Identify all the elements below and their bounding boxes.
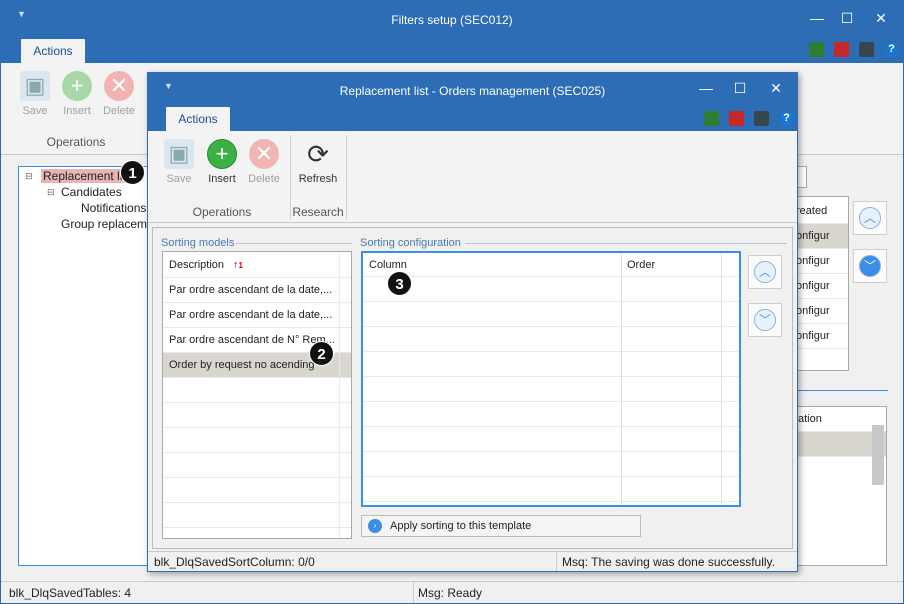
inner-tab-actions[interactable]: Actions (166, 107, 230, 131)
maximize-button[interactable]: ☐ (833, 7, 861, 29)
calendar-icon[interactable] (729, 111, 744, 126)
inner-close-button[interactable]: ✕ (762, 77, 790, 99)
outer-move-down-button[interactable]: ﹀ (853, 249, 887, 283)
outer-ribbon-tabs: Actions ? (1, 39, 903, 63)
inner-save-button[interactable]: ▣ Save (162, 139, 196, 185)
inner-title-bar: ▼ Replacement list - Orders management (… (148, 73, 797, 107)
delete-icon: ✕ (249, 139, 279, 169)
list-item[interactable]: onfigur (794, 224, 848, 249)
collapse-icon[interactable]: ⊟ (25, 171, 33, 182)
outer-status-right: Msg: Ready (418, 586, 483, 600)
table-row[interactable] (163, 478, 351, 503)
filters-tree: ⊟ Replacement lis ⊟ Candidates Notificat… (18, 166, 160, 566)
outer-status-left: blk_DlqSavedTables: 4 (9, 586, 132, 600)
table-row[interactable] (363, 402, 739, 427)
marker-1: 1 (120, 160, 145, 185)
table-row[interactable] (363, 452, 739, 477)
scrollbar[interactable] (872, 425, 884, 485)
right-grid: reated onfigur onfigur onfigur onfigur o… (793, 196, 849, 371)
tree-item-group-replacement[interactable]: Group replacemen (61, 217, 160, 231)
save-icon: ▣ (20, 71, 50, 101)
list-item[interactable]: onfigur (794, 324, 848, 349)
table-row[interactable] (163, 503, 351, 528)
table-row[interactable] (163, 403, 351, 428)
inner-maximize-button[interactable]: ☐ (726, 77, 754, 99)
chevron-up-icon: ︿ (754, 261, 776, 283)
sort-ascending-icon[interactable]: ↑1 (233, 252, 243, 277)
save-icon: ▣ (164, 139, 194, 169)
marker-3: 3 (387, 271, 412, 296)
list-item[interactable]: onfigur (794, 249, 848, 274)
collapse-icon[interactable]: ⊟ (47, 187, 55, 198)
list-item[interactable]: onfigur (794, 274, 848, 299)
plus-icon: + (207, 139, 237, 169)
chevron-down-icon: ﹀ (754, 309, 776, 331)
table-row[interactable] (363, 277, 739, 302)
inner-group-research: Research (292, 205, 344, 219)
inner-group-operations: Operations (192, 205, 252, 219)
refresh-icon: ⟳ (307, 139, 329, 169)
table-row[interactable] (363, 477, 739, 502)
sorting-config-grid: Column Order (361, 251, 741, 507)
marker-2: 2 (309, 341, 334, 366)
table-row[interactable] (163, 453, 351, 478)
sorting-config-label: Sorting configuration (360, 237, 461, 249)
models-header: Description ↑1 (163, 252, 351, 278)
list-item[interactable]: onfigur (794, 299, 848, 324)
right-grid-2: ation (793, 406, 887, 566)
tab-actions[interactable]: Actions (21, 39, 85, 63)
table-row[interactable] (363, 302, 739, 327)
tree-item-notifications[interactable]: Notifications (81, 201, 146, 215)
arrow-right-icon: › (368, 519, 382, 533)
tree-item-replacement-list[interactable]: Replacement lis (41, 169, 131, 183)
inner-insert-button[interactable]: + Insert (204, 139, 240, 185)
tree-item-candidates[interactable]: Candidates (61, 185, 122, 199)
move-down-button[interactable]: ﹀ (748, 303, 782, 337)
chevron-up-icon: ︿ (859, 207, 881, 229)
table-row[interactable]: Par ordre ascendant de la date,... (163, 278, 351, 303)
inner-ribbon-tabs: Actions ? (148, 107, 797, 131)
outer-status-bar: blk_DlqSavedTables: 4 Msg: Ready (1, 581, 903, 603)
table-row[interactable] (163, 428, 351, 453)
inner-status-bar: blk_DlqSavedSortColumn: 0/0 Msq: The sav… (148, 551, 797, 571)
outer-save-button[interactable]: ▣ Save (19, 71, 51, 117)
outer-title-bar: ▼ Filters setup (SEC012) — ☐ ✕ (1, 1, 903, 39)
right-grid-header: reated (794, 199, 848, 224)
table-row[interactable]: Par ordre ascendant de la date,... (163, 303, 351, 328)
config-header: Column Order (363, 253, 739, 277)
delete-icon: ✕ (104, 71, 134, 101)
outer-insert-button[interactable]: + Insert (59, 71, 95, 117)
outer-window-title: Filters setup (SEC012) (391, 13, 513, 27)
inner-minimize-button[interactable]: — (692, 77, 720, 99)
sorting-models-grid: Description ↑1 Par ordre ascendant de la… (162, 251, 352, 539)
help-icon[interactable]: ? (884, 42, 899, 57)
replacement-list-dialog: ▼ Replacement list - Orders management (… (147, 72, 798, 572)
outer-group-operations: Operations (46, 135, 106, 149)
table-row[interactable] (363, 327, 739, 352)
inner-delete-button[interactable]: ✕ Delete (244, 139, 284, 185)
inner-status-left: blk_DlqSavedSortColumn: 0/0 (154, 555, 315, 569)
calculator-icon[interactable] (704, 111, 719, 126)
calendar-icon[interactable] (834, 42, 849, 57)
lock-icon[interactable] (859, 42, 874, 57)
table-row[interactable] (163, 378, 351, 403)
plus-icon: + (62, 71, 92, 101)
table-row[interactable] (363, 352, 739, 377)
table-row[interactable] (363, 427, 739, 452)
help-icon[interactable]: ? (779, 111, 794, 126)
table-row[interactable] (363, 377, 739, 402)
refresh-button[interactable]: ⟳ Refresh (296, 139, 340, 185)
chevron-down-icon: ﹀ (859, 255, 881, 277)
inner-status-right: Msq: The saving was done successfully. (562, 555, 775, 569)
minimize-button[interactable]: — (803, 7, 831, 29)
inner-ribbon: ▣ Save + Insert ✕ Delete ⟳ Refresh Opera… (148, 131, 797, 223)
outer-move-up-button[interactable]: ︿ (853, 201, 887, 235)
move-up-button[interactable]: ︿ (748, 255, 782, 289)
lock-icon[interactable] (754, 111, 769, 126)
calculator-icon[interactable] (809, 42, 824, 57)
close-button[interactable]: ✕ (867, 7, 895, 29)
sorting-models-label: Sorting models (161, 237, 235, 249)
outer-delete-button[interactable]: ✕ Delete (99, 71, 139, 117)
apply-sorting-button[interactable]: › Apply sorting to this template (361, 515, 641, 537)
